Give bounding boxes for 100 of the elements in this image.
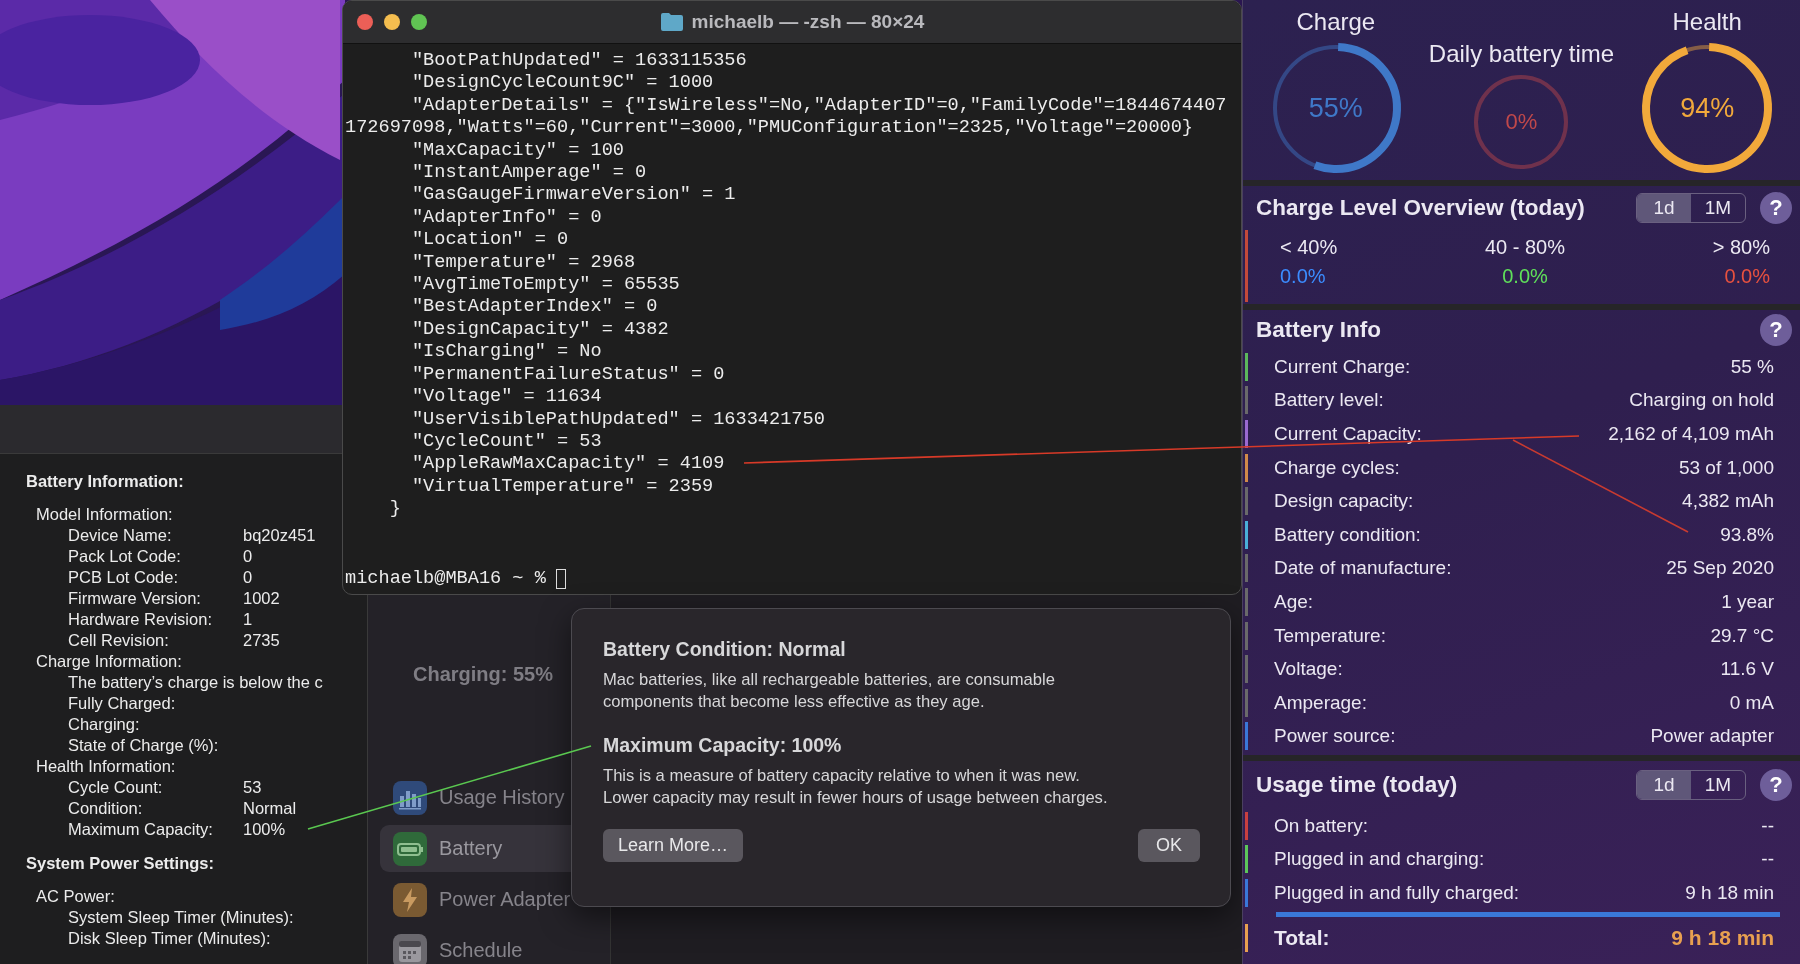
- range-value: 0.0%: [1502, 265, 1548, 288]
- sidebar-item[interactable]: Schedule: [380, 927, 606, 964]
- gauge-title: Health: [1672, 8, 1742, 36]
- info-value: Charging on hold: [1629, 389, 1774, 412]
- info-value: 93.8%: [1720, 523, 1774, 546]
- info-value: Normal: [243, 798, 297, 819]
- folder-icon: [659, 12, 684, 32]
- info-value: 0: [243, 546, 253, 567]
- terminal-line: "DesignCapacity" = 4382: [410, 318, 669, 342]
- usage-value: 9 h 18 min: [1685, 882, 1774, 904]
- section-heading: System Power Settings:: [26, 853, 215, 874]
- period-tab[interactable]: 1M: [1691, 771, 1745, 799]
- dialog-heading: Battery Condition: Normal: [603, 637, 847, 661]
- lightning-icon: [393, 882, 427, 917]
- terminal-line: }: [388, 498, 401, 521]
- range-label: < 40%: [1280, 236, 1338, 259]
- shell-prompt: michaelb@MBA16 ~ %: [345, 567, 546, 590]
- info-label: Cell Revision:: [68, 630, 170, 651]
- terminal-line: 172697098,"Watts"=60,"Current"=3000,"PMUConfiguration"=2325,"Voltage"=20000}: [345, 117, 1193, 140]
- close-button[interactable]: [357, 14, 373, 30]
- gauge-title: Daily battery time: [1428, 40, 1615, 68]
- gauge-reading: 94%: [1680, 92, 1735, 124]
- help-button[interactable]: ?: [1760, 769, 1792, 801]
- terminal-line: "GasGaugeFirmwareVersion" = 1: [410, 184, 736, 207]
- terminal-line: "BootPathUpdated" = 1633115356: [410, 50, 747, 73]
- info-label: Device Name:: [68, 525, 173, 546]
- info-label: Firmware Version:: [68, 588, 202, 609]
- info-value: 4,382 mAh: [1682, 490, 1774, 513]
- gauge-reading: 55%: [1308, 92, 1363, 124]
- info-value: 53: [243, 777, 262, 798]
- period-tab[interactable]: 1d: [1637, 194, 1691, 222]
- info-label: Maximum Capacity:: [68, 819, 214, 840]
- usage-value: --: [1761, 814, 1774, 837]
- dialog-text: Mac batteries, like all rechargeable batteries, are consumable components that become less effective as they age.: [603, 669, 1056, 713]
- info-value: 55 %: [1730, 355, 1774, 378]
- info-label: Hardware Revision:: [68, 609, 213, 630]
- section-title: Battery Info: [1256, 317, 1382, 343]
- terminal-line: "AdapterDetails" = {"IsWireless"=No,"AdapterID"=0,"FamilyCode"=1844674407: [410, 94, 1227, 118]
- info-label: Model Information:: [36, 504, 173, 525]
- info-value: bq20z451: [243, 525, 316, 546]
- terminal-line: "Location" = 0: [410, 229, 569, 252]
- info-label: The battery’s charge is below the c: [68, 672, 323, 693]
- terminal-line: "InstantAmperage" = 0: [410, 162, 647, 185]
- info-value: 0 mA: [1729, 691, 1774, 714]
- info-value: 25 Sep 2020: [1666, 557, 1774, 580]
- terminal-line: "PermanentFailureStatus" = 0: [410, 363, 725, 387]
- info-label: Current Charge:: [1274, 355, 1412, 378]
- total-label: Total:: [1274, 925, 1331, 950]
- info-label: Design capacity:: [1274, 490, 1415, 513]
- battery-icon: [393, 831, 427, 866]
- info-label: Power source:: [1274, 725, 1397, 748]
- usage-label: Plugged in and fully charged:: [1274, 882, 1521, 904]
- period-tab[interactable]: 1M: [1691, 194, 1745, 222]
- info-label: Current Capacity:: [1274, 423, 1423, 445]
- info-label: Battery level:: [1274, 389, 1385, 412]
- info-value: 2,162 of 4,109 mAh: [1608, 423, 1774, 445]
- info-label: Fully Charged:: [68, 693, 176, 714]
- info-value: 11.6 V: [1720, 658, 1774, 681]
- gauge-title: Charge: [1296, 8, 1376, 36]
- usage-label: On battery:: [1274, 814, 1369, 837]
- range-value: 0.0%: [1280, 265, 1327, 288]
- info-label: State of Charge (%):: [68, 735, 219, 756]
- info-value: Power adapter: [1650, 725, 1774, 748]
- window-title: michaelb — -zsh — 80×24: [691, 11, 925, 33]
- terminal-line: "AvgTimeToEmpty" = 65535: [410, 274, 680, 297]
- terminal-line: "BestAdapterIndex" = 0: [410, 296, 658, 319]
- total-value: 9 h 18 min: [1671, 925, 1774, 950]
- terminal-line: "IsCharging" = No: [410, 341, 602, 364]
- info-label: Charging:: [68, 714, 140, 735]
- terminal-line: "Voltage" = 11634: [410, 386, 602, 409]
- ok-button[interactable]: OK: [1138, 829, 1200, 862]
- minimize-button[interactable]: [384, 14, 400, 30]
- help-button[interactable]: ?: [1760, 314, 1792, 346]
- info-value: 100%: [243, 819, 286, 840]
- info-label: Disk Sleep Timer (Minutes):: [68, 928, 271, 949]
- info-value: 0: [243, 567, 253, 588]
- terminal-line: "VirtualTemperature" = 2359: [410, 475, 714, 499]
- section-title: Charge Level Overview (today): [1256, 195, 1586, 221]
- period-tab[interactable]: 1d: [1637, 771, 1691, 799]
- terminal-line: "CycleCount" = 53: [410, 430, 602, 454]
- info-value: 2735: [243, 630, 280, 651]
- section-heading: Battery Information:: [26, 471, 185, 492]
- range-label: 40 - 80%: [1484, 236, 1566, 259]
- info-label: Health Information:: [36, 756, 176, 777]
- gauge-reading: 0%: [1505, 109, 1538, 135]
- learn-more-button[interactable]: Learn More…: [603, 829, 744, 862]
- info-value: 1: [243, 609, 253, 630]
- info-label: AC Power:: [36, 886, 115, 907]
- terminal-line: "UserVisiblePathUpdated" = 1633421750: [410, 408, 825, 431]
- info-value: 1002: [243, 588, 280, 609]
- terminal-line: "AppleRawMaxCapacity" = 4109: [410, 453, 725, 476]
- dialog-text: This is a measure of battery capacity relative to when it was new. Lower capacity may result in fewer hours of usage between charges.: [603, 765, 1109, 809]
- zoom-button[interactable]: [411, 14, 427, 30]
- info-label: Temperature:: [1274, 624, 1387, 647]
- info-label: Age:: [1274, 590, 1315, 613]
- terminal-line: "Temperature" = 2968: [410, 251, 636, 275]
- help-button[interactable]: ?: [1760, 192, 1792, 224]
- info-label: Cycle Count:: [68, 777, 164, 798]
- bar-chart-icon: [393, 780, 427, 815]
- terminal-line: "MaxCapacity" = 100: [410, 139, 624, 163]
